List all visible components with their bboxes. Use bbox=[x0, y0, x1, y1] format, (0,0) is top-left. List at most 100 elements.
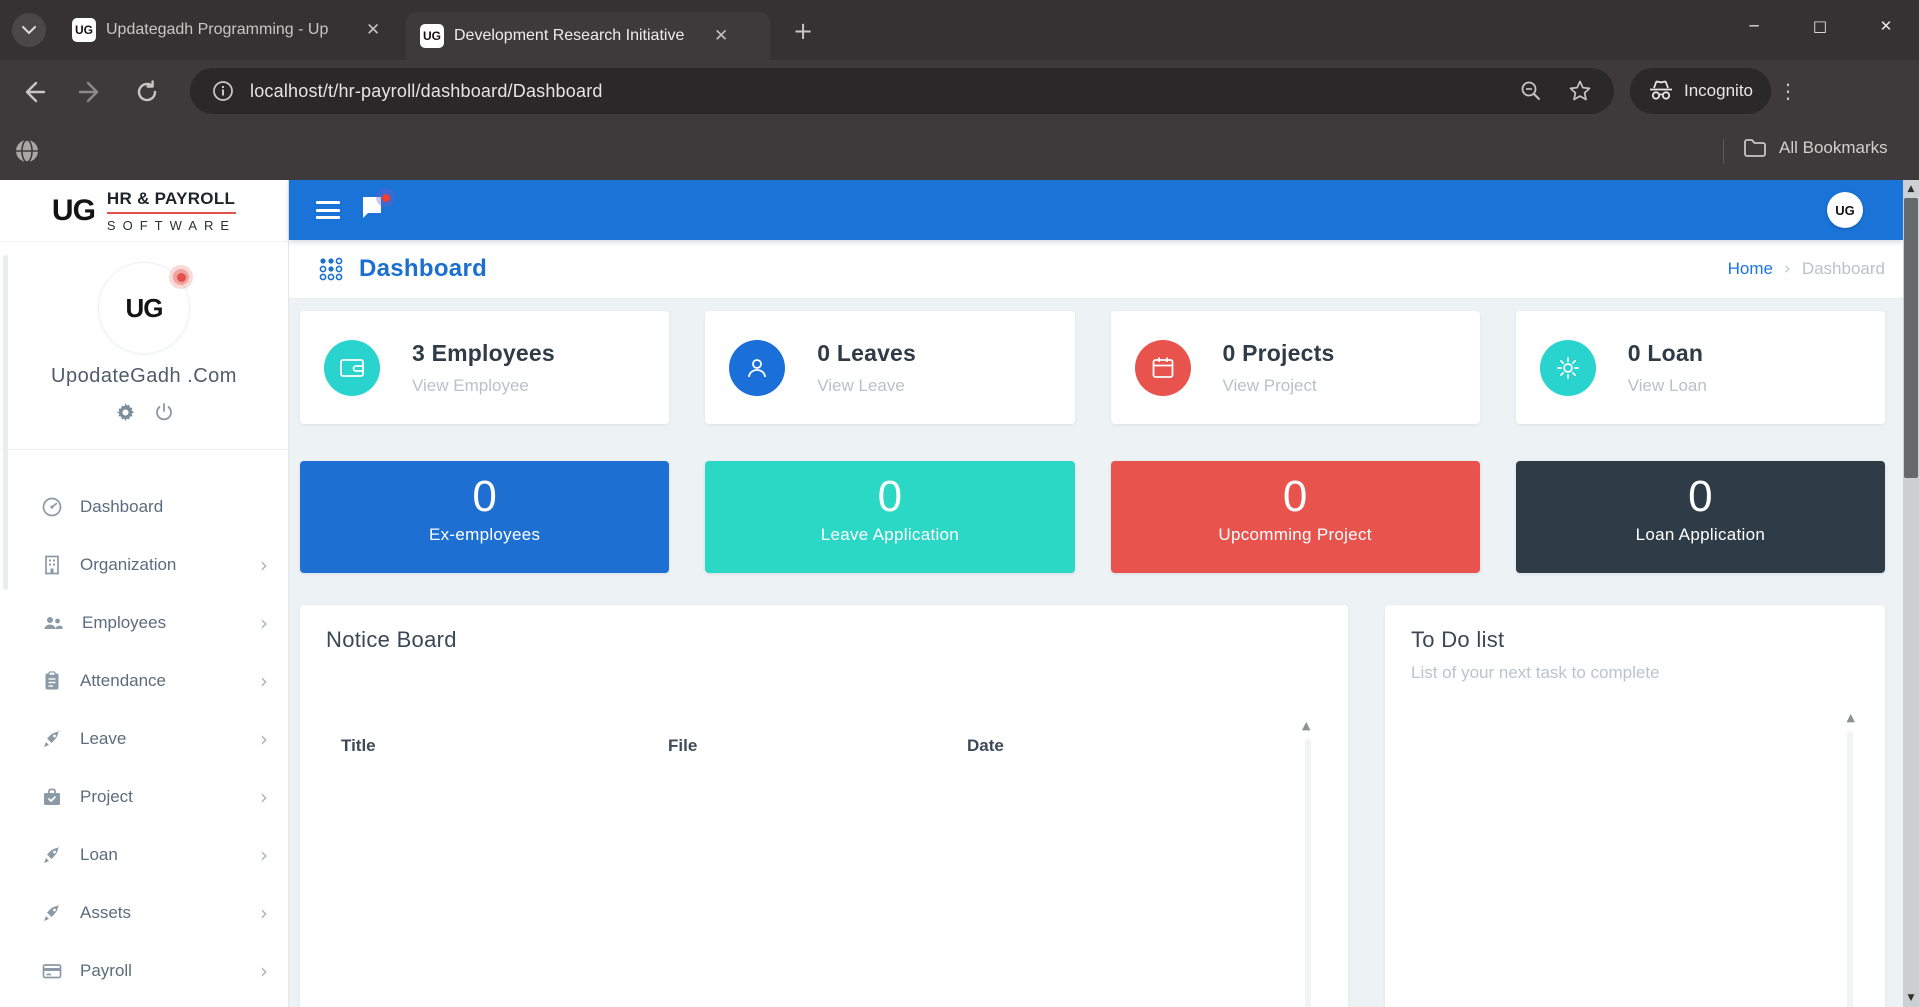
sidebar-item-employees[interactable]: Employees › bbox=[0, 594, 288, 652]
minimize-button[interactable]: ─ bbox=[1721, 0, 1787, 52]
chevron-right-icon: › bbox=[260, 901, 268, 925]
scrollbar-down-arrow[interactable]: ▼ bbox=[1903, 989, 1919, 1007]
summary-cards-row: 0 Ex-employees 0 Leave Application 0 Upc… bbox=[300, 461, 1885, 573]
browser-tab-strip: UG Updategadh Programming - Up ✕ UG Deve… bbox=[0, 0, 1919, 60]
forward-button[interactable] bbox=[78, 79, 104, 105]
sidebar-item-payroll[interactable]: Payroll › bbox=[0, 942, 288, 1000]
new-tab-button[interactable]: + bbox=[788, 16, 818, 46]
incognito-label: Incognito bbox=[1684, 81, 1753, 101]
browser-toolbar: localhost/t/hr-payroll/dashboard/Dashboa… bbox=[0, 60, 1919, 123]
bookmark-star-icon[interactable] bbox=[1568, 79, 1592, 103]
url-text[interactable]: localhost/t/hr-payroll/dashboard/Dashboa… bbox=[250, 81, 1520, 102]
chevron-down-icon bbox=[22, 26, 36, 35]
summary-card-upcoming-project[interactable]: 0 Upcomming Project bbox=[1111, 461, 1480, 573]
power-logout-icon[interactable] bbox=[155, 403, 173, 422]
tab-search-button[interactable] bbox=[12, 13, 46, 47]
view-leave-link[interactable]: View Leave bbox=[817, 376, 916, 396]
globe-bookmark-icon[interactable] bbox=[14, 138, 40, 164]
summary-label: Loan Application bbox=[1516, 525, 1885, 545]
profile-section: UG UpodateGadh .Com bbox=[0, 242, 288, 450]
summary-card-loan-application[interactable]: 0 Loan Application bbox=[1516, 461, 1885, 573]
sidebar-item-assets[interactable]: Assets › bbox=[0, 884, 288, 942]
profile-avatar: UG bbox=[98, 262, 190, 354]
scroll-up-icon[interactable]: ▲ bbox=[1847, 711, 1855, 724]
brand-subtitle: SOFTWARE bbox=[107, 218, 236, 233]
summary-label: Upcomming Project bbox=[1111, 525, 1480, 545]
sidebar-menu: Dashboard Organization › Employees › Att… bbox=[0, 478, 288, 1000]
employees-icon bbox=[42, 613, 64, 633]
notice-scrollbar-track[interactable] bbox=[1305, 739, 1311, 1007]
browser-menu-button[interactable]: ⋮ bbox=[1776, 74, 1800, 108]
chevron-right-icon: › bbox=[260, 727, 268, 751]
page-title: Dashboard bbox=[359, 255, 487, 283]
main-area: UG Dashboard Home › Dashb bbox=[289, 180, 1903, 1007]
summary-label: Ex-employees bbox=[300, 525, 669, 545]
breadcrumb-current: Dashboard bbox=[1802, 259, 1885, 279]
incognito-badge: Incognito bbox=[1630, 68, 1771, 114]
address-bar[interactable]: localhost/t/hr-payroll/dashboard/Dashboa… bbox=[190, 68, 1614, 114]
sidebar-item-dashboard[interactable]: Dashboard bbox=[0, 478, 288, 536]
sidebar-item-leave[interactable]: Leave › bbox=[0, 710, 288, 768]
close-tab-icon[interactable]: ✕ bbox=[714, 26, 728, 46]
bookmarks-divider bbox=[1723, 139, 1724, 164]
sidebar-item-organization[interactable]: Organization › bbox=[0, 536, 288, 594]
stat-cards-row: 3 Employees View Employee 0 Leaves View … bbox=[300, 311, 1885, 424]
payroll-card-icon bbox=[42, 961, 62, 981]
sidebar-item-label: Project bbox=[80, 787, 133, 807]
breadcrumb-home-link[interactable]: Home bbox=[1728, 259, 1773, 279]
notification-flag-icon[interactable] bbox=[359, 194, 393, 226]
brand-logo: UG bbox=[52, 194, 95, 228]
summary-card-leave-application[interactable]: 0 Leave Application bbox=[705, 461, 1074, 573]
online-status-badge bbox=[169, 265, 193, 289]
sidebar-divider bbox=[0, 449, 288, 450]
reload-button[interactable] bbox=[134, 79, 160, 105]
apps-grid-icon bbox=[318, 255, 346, 283]
all-bookmarks-button[interactable]: All Bookmarks bbox=[1743, 138, 1888, 158]
chevron-right-icon: › bbox=[260, 553, 268, 577]
notification-pulse-dot bbox=[376, 188, 395, 207]
site-info-icon[interactable] bbox=[212, 80, 234, 102]
todo-scrollbar-track[interactable] bbox=[1847, 731, 1853, 1007]
user-avatar[interactable]: UG bbox=[1827, 192, 1863, 228]
incognito-icon bbox=[1648, 80, 1674, 102]
hamburger-menu-icon[interactable] bbox=[316, 201, 340, 219]
rocket-icon bbox=[42, 903, 62, 923]
app-brand: UG HR & PAYROLL SOFTWARE bbox=[0, 180, 288, 242]
browser-tab-updategadh[interactable]: UG Updategadh Programming - Up ✕ bbox=[58, 0, 404, 60]
app-sidebar: UG HR & PAYROLL SOFTWARE UG UpodateGadh … bbox=[0, 180, 289, 1007]
zoom-out-icon[interactable] bbox=[1520, 80, 1542, 102]
sidebar-item-label: Payroll bbox=[80, 961, 132, 981]
maximize-button[interactable]: □ bbox=[1787, 0, 1853, 52]
rocket-icon bbox=[42, 729, 62, 749]
sidebar-item-label: Loan bbox=[80, 845, 118, 865]
avatar-logo: UG bbox=[126, 293, 163, 324]
sidebar-item-project[interactable]: Project › bbox=[0, 768, 288, 826]
summary-value: 0 bbox=[705, 471, 1074, 523]
scrollbar-thumb[interactable] bbox=[1904, 198, 1918, 478]
stat-title: 0 Loan bbox=[1628, 340, 1707, 367]
scrollbar-up-arrow[interactable]: ▲ bbox=[1903, 180, 1919, 198]
sidebar-item-attendance[interactable]: Attendance › bbox=[0, 652, 288, 710]
browser-window: UG Updategadh Programming - Up ✕ UG Deve… bbox=[0, 0, 1919, 1007]
view-loan-link[interactable]: View Loan bbox=[1628, 376, 1707, 396]
settings-gear-icon[interactable] bbox=[116, 403, 135, 422]
tab-favicon: UG bbox=[420, 24, 444, 48]
close-window-button[interactable]: ✕ bbox=[1853, 0, 1919, 52]
chevron-right-icon: › bbox=[260, 669, 268, 693]
scroll-up-icon[interactable]: ▲ bbox=[1302, 719, 1310, 732]
bookmarks-bar: All Bookmarks bbox=[0, 123, 1919, 180]
close-tab-icon[interactable]: ✕ bbox=[366, 20, 380, 40]
summary-value: 0 bbox=[1516, 471, 1885, 523]
view-employee-link[interactable]: View Employee bbox=[412, 376, 555, 396]
page-scrollbar[interactable]: ▲ ▼ bbox=[1903, 180, 1919, 1007]
view-project-link[interactable]: View Project bbox=[1223, 376, 1335, 396]
chevron-right-icon: › bbox=[260, 785, 268, 809]
back-button[interactable] bbox=[20, 79, 46, 105]
browser-tab-active[interactable]: UG Development Research Initiative ✕ bbox=[406, 12, 770, 60]
tab-favicon: UG bbox=[72, 18, 96, 42]
dashboard-content: 3 Employees View Employee 0 Leaves View … bbox=[289, 299, 1903, 1007]
summary-card-ex-employees[interactable]: 0 Ex-employees bbox=[300, 461, 669, 573]
page-title-bar: Dashboard Home › Dashboard bbox=[289, 240, 1903, 299]
sidebar-item-loan[interactable]: Loan › bbox=[0, 826, 288, 884]
summary-value: 0 bbox=[300, 471, 669, 523]
